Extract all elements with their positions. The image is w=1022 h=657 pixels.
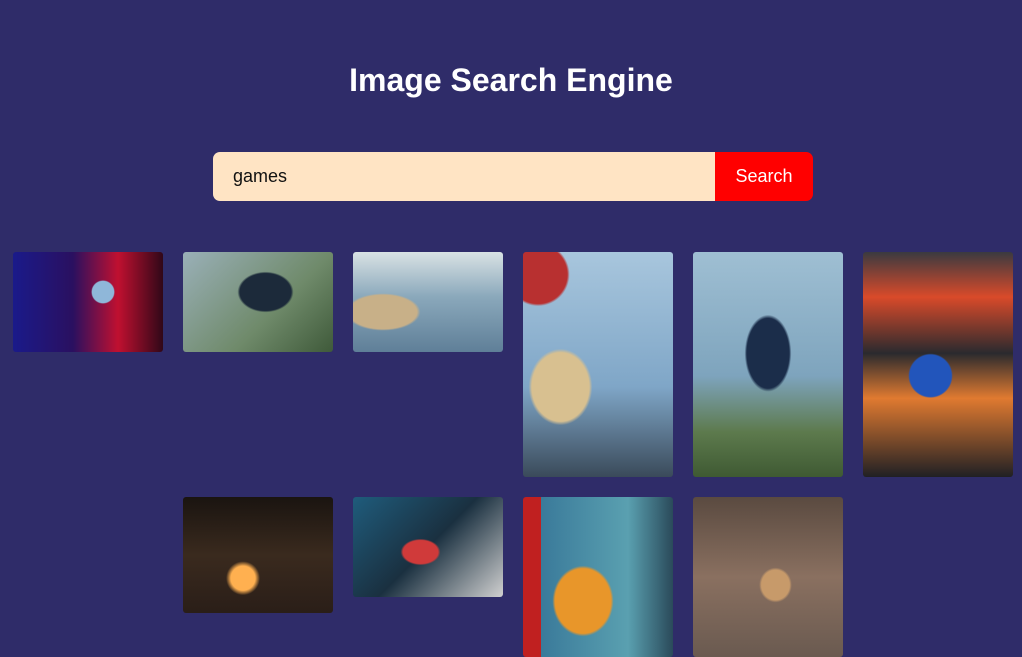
result-image-switch-sea[interactable] [353,252,503,352]
result-image-arcade[interactable] [13,252,163,352]
result-image-jenga[interactable] [693,497,843,657]
result-image-switch-lap[interactable] [353,497,503,597]
result-image-girl-switch[interactable] [523,252,673,477]
search-input[interactable] [213,152,715,201]
result-image-switch-closeup[interactable] [693,252,843,477]
page-title: Image Search Engine [349,62,673,98]
search-button[interactable]: Search [715,152,813,201]
result-image-gameboy-advance[interactable] [523,497,673,657]
result-image-game-shelf[interactable] [183,497,333,613]
result-image-sega-cartridges[interactable] [863,252,1013,477]
search-form: Search [213,152,813,201]
result-image-switch-hands[interactable] [183,252,333,352]
